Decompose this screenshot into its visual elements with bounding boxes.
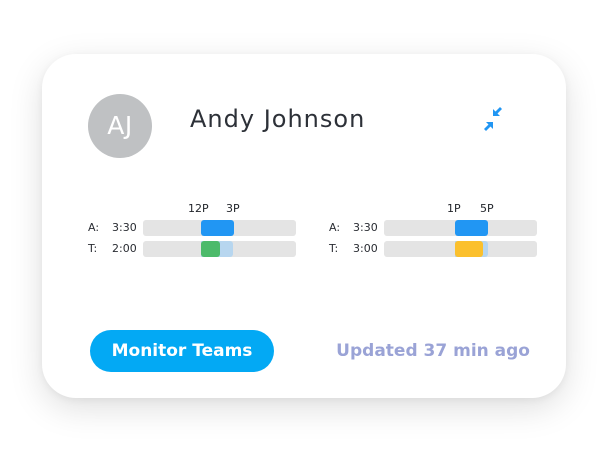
collapse-arrows-icon[interactable] <box>478 104 508 134</box>
row-duration: 3:30 <box>112 221 137 234</box>
row-label: A: <box>88 221 100 234</box>
row-duration: 3:00 <box>353 242 378 255</box>
actual-row: A: 3:30 <box>88 220 298 236</box>
time-tick-end: 5P <box>480 202 494 215</box>
row-label: T: <box>88 242 98 255</box>
time-tick-start: 1P <box>447 202 461 215</box>
actual-time-bar <box>201 220 234 236</box>
schedule-panel-1: 12P 3P A: 3:30 T: 2:00 <box>88 200 298 264</box>
row-duration: 2:00 <box>112 242 137 255</box>
monitor-teams-button[interactable]: Monitor Teams <box>90 330 274 372</box>
actual-row: A: 3:30 <box>329 220 539 236</box>
actual-time-bar <box>455 220 488 236</box>
time-tick-start: 12P <box>188 202 209 215</box>
member-name: Andy Johnson <box>190 105 366 133</box>
time-tick-end: 3P <box>226 202 240 215</box>
timeline-track <box>143 241 296 257</box>
timeline-track <box>384 220 537 236</box>
last-updated-text: Updated 37 min ago <box>336 341 530 361</box>
timeline-track <box>384 241 537 257</box>
target-row: T: 2:00 <box>88 241 298 257</box>
row-label: T: <box>329 242 339 255</box>
target-time-bar <box>201 241 220 257</box>
schedule-panel-2: 1P 5P A: 3:30 T: 3:00 <box>329 200 539 264</box>
avatar: AJ <box>88 94 152 158</box>
target-time-bar <box>455 241 483 257</box>
row-duration: 3:30 <box>353 221 378 234</box>
row-label: A: <box>329 221 341 234</box>
team-member-card: AJ Andy Johnson 12P 3P A: 3:30 T: 2:00 1… <box>42 54 566 398</box>
target-row: T: 3:00 <box>329 241 539 257</box>
timeline-track <box>143 220 296 236</box>
